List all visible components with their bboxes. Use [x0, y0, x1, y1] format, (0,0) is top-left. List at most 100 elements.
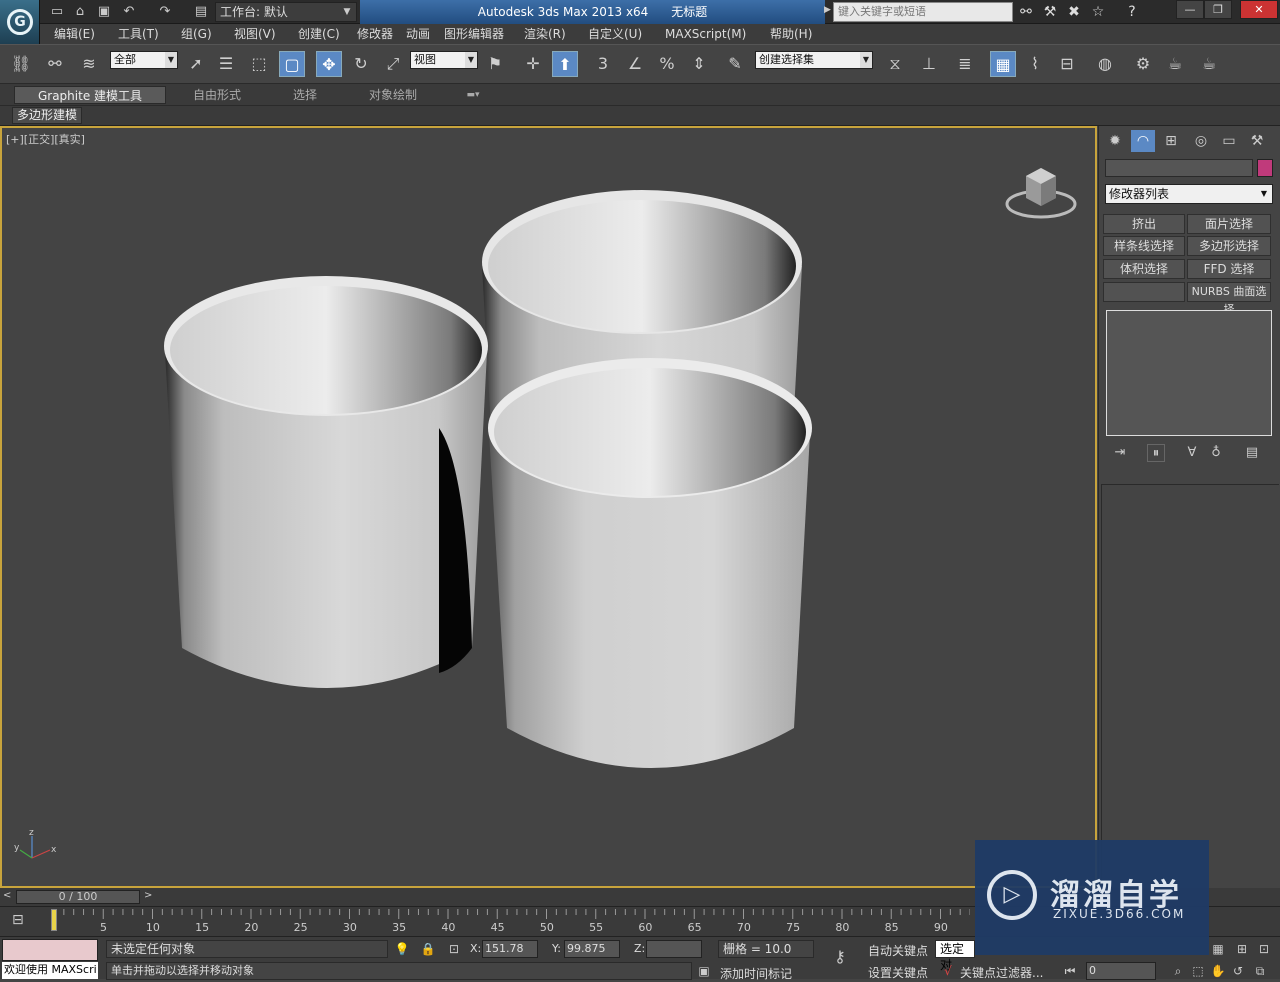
- select-and-scale-icon[interactable]: ⤢: [380, 51, 406, 77]
- percent-snap-icon[interactable]: %: [654, 51, 680, 77]
- display-panel-icon[interactable]: ▭: [1217, 130, 1241, 152]
- link-icon[interactable]: ⛓: [8, 51, 34, 77]
- binoculars-icon[interactable]: ⚯: [1015, 2, 1037, 22]
- selected-dropdown[interactable]: 选定对: [935, 940, 975, 972]
- coord-x-field[interactable]: 151.78: [482, 940, 538, 958]
- menu-help[interactable]: 帮助(H): [766, 24, 816, 44]
- selection-filter-dropdown[interactable]: 全部 ▼: [110, 51, 178, 69]
- isolate-selection-icon[interactable]: 💡: [394, 941, 410, 957]
- add-time-tag[interactable]: 添加时间标记: [720, 965, 792, 982]
- modify-panel-icon[interactable]: ◠: [1131, 130, 1155, 152]
- tab-freeform[interactable]: 自由形式: [170, 86, 264, 104]
- set-key-button[interactable]: 设置关键点: [868, 964, 928, 981]
- maximize-button[interactable]: ❐: [1204, 0, 1232, 19]
- scene-cups[interactable]: [2, 128, 1095, 886]
- redo-icon[interactable]: ↷: [156, 3, 174, 21]
- menu-rendering[interactable]: 渲染(R): [520, 24, 570, 44]
- tab-selection[interactable]: 选择: [268, 86, 342, 104]
- undo-icon[interactable]: ↶: [120, 3, 138, 21]
- window-crossing-icon[interactable]: ▢: [279, 51, 305, 77]
- ribbon-options-icon[interactable]: ▬▾: [458, 86, 488, 104]
- field-of-view-icon[interactable]: ⊡: [1256, 941, 1272, 957]
- configure-modifier-sets-icon[interactable]: ▤: [1243, 444, 1261, 462]
- modifier-button-empty[interactable]: [1103, 282, 1185, 302]
- menu-edit[interactable]: 编辑(E): [50, 24, 99, 44]
- named-selection-dropdown[interactable]: 创建选择集 ▼: [755, 51, 873, 69]
- open-file-icon[interactable]: ⌂: [71, 3, 89, 21]
- next-frame-icon[interactable]: >: [144, 890, 152, 901]
- time-slider[interactable]: 0 / 100: [16, 890, 140, 904]
- modifier-button-nurbs-select[interactable]: NURBS 曲面选择: [1187, 282, 1271, 316]
- maxscript-listener[interactable]: [2, 939, 98, 961]
- absolute-mode-icon[interactable]: ⊡: [446, 941, 462, 957]
- mirror-icon[interactable]: ⧖: [882, 51, 908, 77]
- graphite-toggle-icon[interactable]: ▦: [990, 51, 1016, 77]
- save-file-icon[interactable]: ▣: [95, 3, 113, 21]
- menu-tools[interactable]: 工具(T): [114, 24, 163, 44]
- select-by-name-icon[interactable]: ☰: [213, 51, 239, 77]
- key-icon[interactable]: ⚷: [832, 949, 848, 965]
- rectangular-selection-icon[interactable]: ⬚: [246, 51, 272, 77]
- schematic-view-icon[interactable]: ⊟: [1054, 51, 1080, 77]
- new-file-icon[interactable]: ▭: [48, 3, 66, 21]
- coord-y-field[interactable]: 99.875: [564, 940, 620, 958]
- rendered-frame-window-icon[interactable]: ☕: [1162, 51, 1188, 77]
- angle-snap-icon[interactable]: ∠: [622, 51, 648, 77]
- key-filters-button[interactable]: 关键点过滤器...: [960, 964, 1043, 981]
- object-name-field[interactable]: [1105, 159, 1253, 177]
- time-slider-handle[interactable]: [51, 909, 57, 931]
- help-search-input[interactable]: 键入关键字或短语: [833, 2, 1013, 22]
- modifier-button-volume-select[interactable]: 体积选择: [1103, 259, 1185, 279]
- go-to-start-icon[interactable]: ⏮: [1062, 963, 1078, 979]
- pan-icon[interactable]: ✋: [1210, 963, 1226, 979]
- close-button[interactable]: ✕: [1240, 0, 1278, 19]
- communication-icon[interactable]: ✖: [1063, 2, 1085, 22]
- help-icon[interactable]: ?: [1121, 2, 1143, 22]
- edit-named-selection-icon[interactable]: ✎: [722, 51, 748, 77]
- menu-customize[interactable]: 自定义(U): [584, 24, 646, 44]
- utilities-panel-icon[interactable]: ⚒: [1245, 130, 1269, 152]
- menu-maxscript[interactable]: MAXScript(M): [661, 24, 750, 44]
- cup-left[interactable]: [164, 276, 488, 688]
- polygon-modeling-button[interactable]: 多边形建模: [12, 107, 83, 124]
- project-folder-icon[interactable]: ▤: [192, 3, 210, 21]
- minimize-button[interactable]: —: [1176, 0, 1204, 19]
- pivot-center-icon[interactable]: ⚑: [482, 51, 508, 77]
- maxscript-mini-listener[interactable]: 欢迎使用 MAXScri: [2, 962, 98, 979]
- snaps-toggle-icon[interactable]: 3: [590, 51, 616, 77]
- curve-editor-icon[interactable]: ⌇: [1022, 51, 1048, 77]
- select-object-icon[interactable]: ➚: [183, 51, 209, 77]
- select-and-rotate-icon[interactable]: ↻: [348, 51, 374, 77]
- unlink-icon[interactable]: ⚯: [42, 51, 68, 77]
- prev-frame-icon[interactable]: <: [3, 890, 11, 901]
- cup-front[interactable]: [488, 358, 812, 768]
- create-panel-icon[interactable]: ✹: [1103, 130, 1127, 152]
- select-and-move-icon[interactable]: ✥: [316, 51, 342, 77]
- render-setup-icon[interactable]: ⚙: [1130, 51, 1156, 77]
- menu-graph-editors[interactable]: 图形编辑器: [440, 24, 508, 44]
- hierarchy-panel-icon[interactable]: ⊞: [1159, 130, 1183, 152]
- tab-object-paint[interactable]: 对象绘制: [346, 86, 440, 104]
- maximize-viewport-icon[interactable]: ⧉: [1252, 963, 1268, 979]
- auto-key-button[interactable]: 自动关键点: [868, 942, 928, 959]
- expand-arrow-icon[interactable]: ▶: [824, 5, 831, 15]
- menu-create[interactable]: 创建(C): [294, 24, 344, 44]
- modifier-button-patch-select[interactable]: 面片选择: [1187, 214, 1271, 234]
- keyboard-shortcut-override-icon[interactable]: ⬆: [552, 51, 578, 77]
- modifier-button-poly-select[interactable]: 多边形选择: [1187, 236, 1271, 256]
- material-editor-icon[interactable]: ◍: [1092, 51, 1118, 77]
- reference-coordinate-dropdown[interactable]: 视图 ▼: [410, 51, 478, 69]
- selection-lock-icon[interactable]: 🔒: [420, 941, 436, 957]
- render-production-icon[interactable]: ☕: [1196, 51, 1222, 77]
- object-color-swatch[interactable]: [1257, 159, 1273, 177]
- modifier-button-spline-select[interactable]: 样条线选择: [1103, 236, 1185, 256]
- mini-curve-editor-icon[interactable]: ⊟: [12, 912, 24, 928]
- coord-z-field[interactable]: [646, 940, 702, 958]
- subscription-icon[interactable]: ⚒: [1039, 2, 1061, 22]
- motion-panel-icon[interactable]: ◎: [1189, 130, 1213, 152]
- show-end-result-icon[interactable]: ⏸: [1147, 444, 1165, 462]
- menu-group[interactable]: 组(G): [177, 24, 216, 44]
- pin-stack-icon[interactable]: ⇥: [1111, 444, 1129, 462]
- menu-modifiers[interactable]: 修改器: [353, 24, 397, 44]
- align-icon[interactable]: ⊥: [916, 51, 942, 77]
